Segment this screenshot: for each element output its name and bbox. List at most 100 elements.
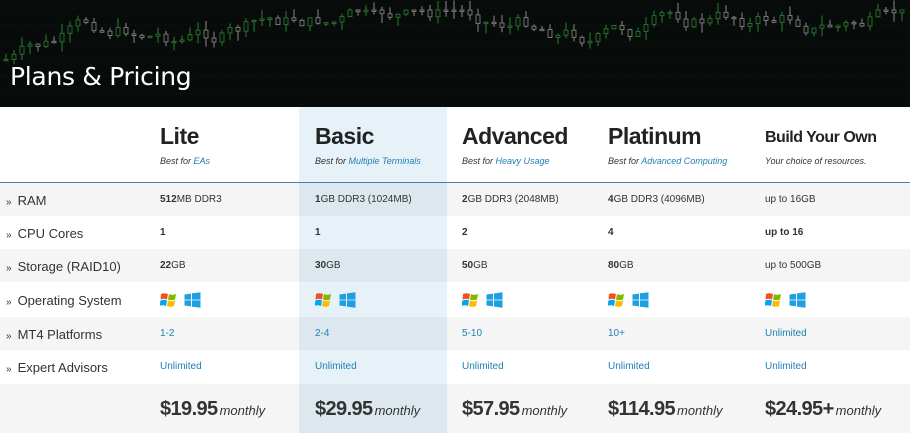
candlestick: [707, 15, 713, 27]
candlestick: [507, 17, 513, 35]
plan-name: Build Your Own: [765, 129, 877, 146]
candlestick: [843, 19, 849, 32]
candlestick: [459, 5, 465, 18]
price-lite: $19.95 monthly: [160, 398, 266, 420]
plan-name: Lite: [160, 123, 199, 149]
candlestick: [827, 19, 833, 28]
feature-row-ram: » RAM 512MB DDR3 1GB DDR3 (1024MB) 2GB DD…: [0, 183, 910, 216]
feature-value: 2-4: [315, 328, 330, 339]
candlestick: [395, 13, 401, 27]
feature-value: 4GB DDR3 (4096MB): [608, 194, 705, 205]
candlestick: [811, 27, 817, 37]
candlestick: [579, 35, 585, 47]
bullet-icon: »: [6, 263, 12, 274]
plan-tagline: Best for EAs: [160, 156, 211, 166]
windows-flag-icon: [461, 293, 478, 307]
candlestick: [651, 10, 657, 28]
candlestick: [355, 9, 361, 16]
plan-name: Platinum: [608, 123, 702, 149]
bullet-icon: »: [6, 297, 12, 308]
feature-row-operating-system: » Operating System: [0, 283, 910, 316]
candlestick: [835, 24, 841, 32]
candlestick: [427, 4, 433, 22]
candlestick: [123, 22, 129, 37]
candlestick: [235, 24, 241, 41]
candlestick: [163, 30, 169, 47]
candlestick: [171, 36, 177, 51]
candlestick: [611, 25, 617, 30]
candlestick: [307, 17, 313, 32]
candlestick: [587, 32, 593, 49]
candlestick: [883, 6, 889, 15]
candlestick: [299, 18, 305, 27]
bullet-icon: »: [6, 230, 12, 241]
bullet-icon: »: [6, 331, 12, 342]
candlestick: [363, 5, 369, 16]
feature-value: 1: [315, 227, 321, 238]
candlestick: [739, 12, 745, 30]
candlestick: [683, 11, 689, 31]
candlestick: [899, 9, 905, 22]
candlestick: [67, 21, 73, 43]
windows-flag-icon: [607, 293, 624, 307]
candlestick: [603, 24, 609, 39]
candlestick: [27, 41, 33, 55]
feature-label: » MT4 Platforms: [6, 327, 103, 342]
feature-value: Unlimited: [462, 361, 504, 372]
feature-value: up to 16GB: [765, 194, 816, 205]
candlestick: [867, 11, 873, 31]
plan-tagline: Best for Advanced Computing: [608, 156, 728, 166]
candlestick: [643, 17, 649, 40]
candlestick: [523, 11, 529, 28]
feature-value: 1GB DDR3 (1024MB): [315, 194, 412, 205]
bullet-icon: »: [6, 197, 12, 208]
price-build-your-own: $24.95+ monthly: [765, 398, 882, 420]
feature-value: 22GB: [160, 260, 186, 271]
candlestick: [43, 34, 49, 49]
plan-tagline: Your choice of resources.: [765, 156, 867, 166]
feature-value: 1-2: [160, 328, 175, 339]
candlestick: [291, 9, 297, 23]
candlestick: [715, 3, 721, 25]
candlestick: [371, 2, 377, 15]
candlestick: [539, 26, 545, 32]
feature-value: Unlimited: [765, 361, 807, 372]
candlestick: [419, 6, 425, 16]
candlestick: [755, 12, 761, 32]
bullet-icon: »: [6, 364, 12, 375]
feature-label: » CPU Cores: [6, 226, 84, 241]
candlestick: [691, 17, 697, 29]
windows-tiles-icon: [632, 292, 649, 308]
candlestick: [627, 28, 633, 41]
candlestick: [515, 13, 521, 31]
price-platinum: $114.95 monthly: [608, 398, 723, 420]
candlestick: [339, 13, 345, 30]
candlestick: [891, 0, 897, 22]
price-advanced: $57.95 monthly: [462, 398, 568, 420]
candlestick: [219, 29, 225, 46]
plan-tagline: Best for Heavy Usage: [462, 156, 550, 166]
candlestick: [91, 18, 97, 34]
feature-value: 4: [608, 227, 614, 238]
candlestick: [619, 20, 625, 36]
candlestick: [555, 33, 561, 45]
candlestick: [795, 15, 801, 28]
feature-value: 512MB DDR3: [160, 194, 222, 205]
windows-tiles-icon: [486, 292, 503, 308]
feature-value: 30GB: [315, 260, 341, 271]
candlestick: [107, 27, 113, 40]
candlestick: [803, 22, 809, 36]
candlestick: [747, 17, 753, 33]
candlestick: [499, 15, 505, 33]
candlestick: [547, 24, 553, 38]
feature-value: up to 500GB: [765, 260, 822, 271]
candlestick: [227, 23, 233, 40]
feature-value: 50GB: [462, 260, 488, 271]
candlestick: [195, 22, 201, 44]
feature-value: 80GB: [608, 260, 634, 271]
feature-value: Unlimited: [160, 361, 202, 372]
candlestick: [483, 21, 489, 34]
feature-label: » Operating System: [6, 293, 122, 308]
feature-value: Unlimited: [608, 361, 650, 372]
candlestick: [115, 18, 121, 38]
